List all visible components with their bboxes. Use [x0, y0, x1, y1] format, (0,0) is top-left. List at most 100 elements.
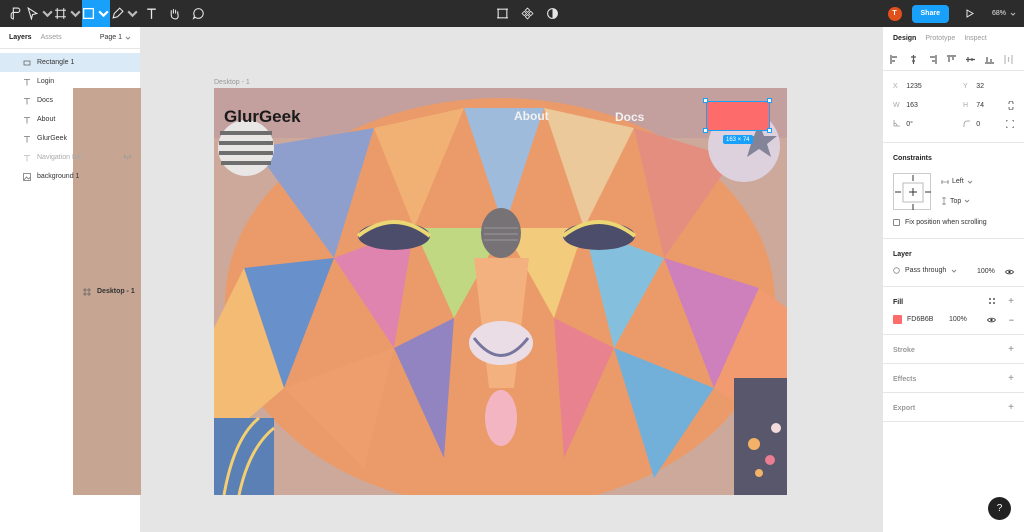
nav-docs-text[interactable]: Docs: [615, 110, 644, 124]
align-horizontal-center-icon[interactable]: [909, 55, 918, 64]
align-top-icon[interactable]: [947, 55, 956, 64]
fill-opacity-input[interactable]: 100%: [949, 316, 967, 323]
fill-hex-input[interactable]: FD6B6B: [907, 316, 933, 323]
layer-title: Layer: [893, 251, 912, 258]
tab-prototype[interactable]: Prototype: [925, 35, 955, 42]
fix-position-row[interactable]: Fix position when scrolling: [893, 219, 987, 226]
constraints-widget[interactable]: [893, 173, 931, 210]
fix-position-label: Fix position when scrolling: [905, 219, 987, 226]
add-effect-icon[interactable]: +: [1008, 374, 1014, 384]
y-input[interactable]: 32: [976, 83, 1014, 90]
design-panel-tabs: Design Prototype Inspect: [883, 27, 1024, 49]
export-title: Export: [893, 405, 916, 412]
layer-login[interactable]: Login: [0, 72, 140, 91]
export-section: Export +: [883, 393, 1024, 422]
constraint-horizontal-select[interactable]: Left: [941, 178, 973, 185]
tab-inspect[interactable]: Inspect: [964, 35, 987, 42]
constraint-horizontal-value: Left: [952, 178, 964, 185]
figma-menu-icon[interactable]: [4, 0, 26, 27]
layer-name: Desktop - 1: [97, 288, 135, 295]
tab-design[interactable]: Design: [893, 35, 916, 42]
canvas[interactable]: Desktop - 1 GlurGeek About Docs 163 × 74: [141, 27, 882, 532]
rotation-input[interactable]: 0°: [906, 121, 944, 128]
eye-hidden-icon[interactable]: [123, 154, 132, 162]
mask-icon[interactable]: [521, 0, 534, 27]
layer-rectangle-1[interactable]: Rectangle 1: [0, 53, 140, 72]
fill-title: Fill: [893, 299, 904, 306]
logo-text[interactable]: GlurGeek: [224, 107, 301, 127]
layer-docs[interactable]: Docs: [0, 91, 140, 110]
effects-title: Effects: [893, 376, 917, 383]
text-layer-icon: [23, 154, 31, 162]
text-layer-icon: [23, 78, 31, 86]
width-input[interactable]: 163: [906, 102, 944, 109]
comment-tool-icon[interactable]: [186, 0, 210, 27]
resize-handle-bottom-right[interactable]: [767, 128, 772, 133]
avatar[interactable]: T: [887, 6, 902, 21]
image-overlay: [214, 88, 787, 495]
pen-tool-icon[interactable]: [110, 0, 140, 27]
rectangle-tool-icon[interactable]: [82, 0, 110, 27]
frame-tool-icon[interactable]: [54, 0, 82, 27]
contrast-icon[interactable]: [546, 0, 559, 27]
nav-about-text[interactable]: About: [514, 109, 549, 123]
blend-mode-select[interactable]: Pass through: [893, 267, 957, 274]
layer-glurgeek[interactable]: GlurGeek: [0, 129, 140, 148]
align-left-icon[interactable]: [890, 55, 899, 64]
desktop-frame[interactable]: GlurGeek About Docs 163 × 74: [214, 88, 787, 495]
align-vertical-center-icon[interactable]: [966, 55, 975, 64]
fill-color-swatch[interactable]: [893, 315, 902, 324]
size-badge: 163 × 74: [723, 135, 753, 144]
style-grid-icon[interactable]: [988, 297, 996, 307]
zoom-dropdown[interactable]: 68%: [992, 10, 1016, 17]
align-bottom-icon[interactable]: [985, 55, 994, 64]
toolbar-center: [496, 0, 559, 27]
resize-handle-top-left[interactable]: [703, 98, 708, 103]
zoom-value: 68%: [991, 10, 1006, 17]
fill-row[interactable]: FD6B6B: [893, 315, 933, 324]
blend-mode-icon: [893, 267, 900, 274]
chevron-down-icon: [951, 269, 957, 273]
tab-layers[interactable]: Layers: [9, 34, 32, 41]
x-input[interactable]: 1235: [906, 83, 944, 90]
tab-assets[interactable]: Assets: [41, 34, 62, 41]
add-fill-icon[interactable]: +: [1008, 297, 1014, 307]
layer-name: Navigation Bar: [37, 154, 83, 161]
component-icon[interactable]: [496, 0, 509, 27]
align-right-icon[interactable]: [928, 55, 937, 64]
present-play-icon[interactable]: [965, 9, 974, 18]
share-button[interactable]: Share: [911, 4, 949, 23]
move-tool-icon[interactable]: [26, 0, 54, 27]
stroke-title: Stroke: [893, 347, 915, 354]
chevron-down-icon: [1010, 12, 1016, 16]
resize-handle-bottom-left[interactable]: [703, 128, 708, 133]
independent-corners-icon[interactable]: [1005, 119, 1015, 130]
layer-opacity-input[interactable]: 100%: [977, 268, 995, 275]
frame-label[interactable]: Desktop - 1: [214, 79, 250, 86]
fix-position-checkbox[interactable]: [893, 219, 900, 226]
chevron-down-icon: [964, 199, 970, 203]
constrain-proportions-icon[interactable]: [1008, 100, 1014, 112]
help-button[interactable]: ?: [988, 497, 1011, 520]
stroke-section: Stroke +: [883, 335, 1024, 364]
distribute-icon[interactable]: [1004, 55, 1013, 64]
eye-icon[interactable]: [1005, 269, 1014, 277]
layer-navigation-bar[interactable]: Navigation Bar: [0, 148, 140, 167]
resize-handle-top-right[interactable]: [767, 98, 772, 103]
hand-tool-icon[interactable]: [162, 0, 186, 27]
toolbar-right: T Share 68%: [887, 0, 1024, 27]
layer-about[interactable]: About: [0, 110, 140, 129]
add-stroke-icon[interactable]: +: [1008, 345, 1014, 355]
page-selector[interactable]: Page 1: [100, 34, 131, 41]
add-export-icon[interactable]: +: [1008, 403, 1014, 413]
selected-rectangle[interactable]: [706, 101, 770, 131]
fill-eye-icon[interactable]: [987, 317, 996, 325]
text-tool-icon[interactable]: [140, 0, 162, 27]
constraint-vertical-select[interactable]: Top: [941, 197, 970, 205]
chevron-down-icon: [98, 10, 109, 18]
layer-background-1[interactable]: background 1: [0, 167, 140, 186]
position-row: X 1235 Y 32: [893, 77, 1014, 96]
w-label: W: [893, 102, 900, 109]
remove-fill-icon[interactable]: −: [1009, 315, 1014, 325]
constraint-vertical-value: Top: [950, 197, 962, 205]
